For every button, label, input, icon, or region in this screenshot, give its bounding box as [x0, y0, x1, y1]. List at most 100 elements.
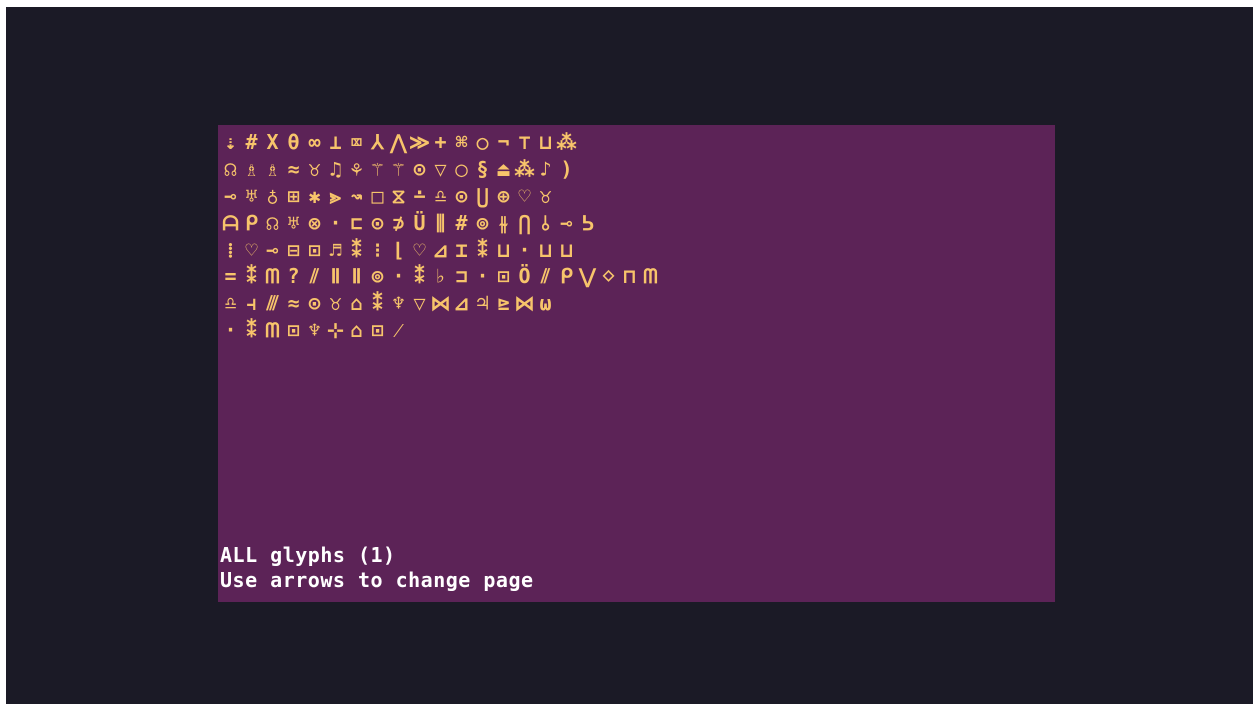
glyph-cell: ∞: [308, 130, 321, 155]
glyph-cell: ♡: [413, 237, 426, 262]
glyph-cell: ⊡: [287, 317, 300, 342]
glyph-cell: Ü: [413, 210, 426, 235]
glyph-cell: ⋈: [430, 291, 451, 316]
glyph-cell: Ⅱ: [351, 264, 362, 289]
glyph-cell: ♪: [539, 157, 552, 182]
glyph-cell: ○: [476, 130, 489, 155]
glyph-row: ♎ ⫞ ⫻ ≈ ⊙ ♉ ⌂ ⁑ ♆ ▽ ⋈ ⊿ ♃ ⊵ ⋈ ω: [220, 290, 740, 317]
glyph-cell: ⪢: [329, 183, 342, 208]
glyph-cell: ⋃: [476, 183, 489, 208]
glyph-row: ⇣ # Xθ ∞ ⊥ ⌧ ⅄ ⋀ ≫ + ⌘ ○ ¬ ⊤ ⊔ ⁂: [220, 129, 740, 156]
glyph-cell: ᑭ: [245, 210, 258, 235]
glyph-grid: ⇣ # Xθ ∞ ⊥ ⌧ ⅄ ⋀ ≫ + ⌘ ○ ¬ ⊤ ⊔ ⁂ ☊ ♗ ♗ ≈ ♉ ♫ ⚘ ⚚ ⚚ ⊙ ▽ ◯ § ⏏ ⁂ ♪) ⊸ ♅ ♁ ⊞ ✱ ⪢…: [220, 129, 740, 343]
glyph-cell: ⁄: [396, 317, 401, 342]
glyph-cell: ᗰ: [265, 264, 280, 289]
glyph-cell: ·: [329, 210, 342, 235]
glyph-cell: ⊵: [497, 291, 510, 316]
glyph-cell: ⌊: [392, 237, 405, 262]
glyph-cell: ⊟: [287, 237, 300, 262]
glyph-cell: ·: [518, 237, 531, 262]
glyph-cell: ⊸: [560, 210, 573, 235]
glyph-cell: ·: [224, 317, 237, 342]
glyph-row: = ⁑ ᗰ? ⫽ Ⅱ Ⅱ ⊚ · ⁑ ♭ ⊐ · ⊡ Ö ⫽ ᑭ ⋁ ⋄ ⊓ ᗰ: [220, 263, 740, 290]
glyph-cell: ⌂: [350, 291, 363, 316]
glyph-cell: #: [245, 130, 258, 155]
glyph-cell: ⋈: [514, 291, 535, 316]
glyph-cell: ⊔: [539, 237, 552, 262]
glyph-cell: ⫽: [541, 264, 550, 289]
glyph-cell: ⌂: [350, 317, 363, 342]
glyph-cell: ·: [476, 264, 489, 289]
glyph-cell: θ: [287, 130, 300, 155]
glyph-row: ☊ ♗ ♗ ≈ ♉ ♫ ⚘ ⚚ ⚚ ⊙ ▽ ◯ § ⏏ ⁂ ♪): [220, 156, 740, 183]
glyph-cell: ⫞: [246, 291, 257, 316]
glyph-cell: ⊔: [560, 237, 573, 262]
glyph-cell: ⊓: [623, 264, 636, 289]
glyph-cell: ⊿: [432, 237, 449, 262]
glyph-cell: ⌘: [455, 130, 468, 155]
glyph-cell: ⁑: [351, 237, 362, 262]
glyph-cell: ⊔: [539, 130, 552, 155]
glyph-cell: ▽: [434, 157, 447, 182]
glyph-cell: ⁑: [414, 264, 425, 289]
glyph-cell: +: [434, 130, 447, 155]
glyph-cell: ♎: [224, 291, 237, 316]
glyph-cell: ): [560, 157, 573, 182]
glyph-cell: ♉: [308, 157, 321, 182]
glyph-cell: ¬: [497, 130, 510, 155]
glyph-cell: ≈: [287, 291, 300, 316]
glyph-cell: ᗩ: [222, 210, 239, 235]
glyph-cell: ⚘: [350, 157, 363, 182]
glyph-cell: ⊅: [392, 210, 405, 235]
glyph-cell: ⚚: [392, 157, 405, 182]
instructions-text: Use arrows to change page: [220, 568, 534, 592]
glyph-cell: ᗰ: [265, 317, 280, 342]
glyph-cell: ☊: [266, 210, 279, 235]
glyph-cell: ♎: [434, 183, 447, 208]
glyph-cell: Ⅱ: [330, 264, 341, 289]
glyph-cell: =: [224, 264, 237, 289]
glyph-cell: ♆: [392, 291, 405, 316]
glyph-cell: ⊏: [350, 210, 363, 235]
glyph-cell: ⊞: [287, 183, 300, 208]
glyph-cell: X: [266, 130, 279, 155]
glyph-cell: ⊡: [308, 237, 321, 262]
glyph-cell: ⫽: [310, 264, 319, 289]
glyph-cell: ⫼: [435, 210, 446, 235]
footer-text: ALL glyphs (1) Use arrows to change page: [220, 543, 534, 593]
glyph-cell: ⊙: [371, 210, 384, 235]
glyph-row: ᗩ ᑭ ☊ ♅ ⊗ · ⊏ ⊙ ⊅ Ü ⫼ # ⊚ ⫳ ⋂ ⫰ ⊸ ᕊ: [220, 209, 740, 236]
glyph-cell: ♗: [266, 157, 279, 182]
glyph-cell: ⁞: [227, 237, 234, 262]
glyph-cell: ♭: [434, 264, 447, 289]
glyph-cell: ⊙: [308, 291, 321, 316]
glyph-cell: ᗰ: [643, 264, 658, 289]
glyph-cell: ⊚: [371, 264, 384, 289]
glyph-cell: ⁂: [514, 157, 535, 182]
glyph-cell: ⏏: [497, 157, 510, 182]
glyph-cell: #: [455, 210, 468, 235]
glyph-cell: ⊡: [497, 264, 510, 289]
glyph-row: ⁞ ♡ ⊸ ⊟ ⊡ ♬ ⁑ ⁝ ⌊ ♡ ⊿ ⌶ ⁑ ⊔ · ⊔ ⊔: [220, 236, 740, 263]
glyph-row: ⊸ ♅ ♁ ⊞ ✱ ⪢ ↝ □ ⧖ ∸ ♎ ⊙ ⋃ ⊕ ♡ ♉: [220, 183, 740, 210]
glyph-cell: ♡: [245, 237, 258, 262]
glyph-cell: ♗: [245, 157, 258, 182]
glyph-cell: ⚚: [371, 157, 384, 182]
glyph-cell: ⊸: [266, 237, 279, 262]
glyph-cell: ♆: [308, 317, 321, 342]
glyph-cell: ⁑: [246, 317, 257, 342]
glyph-cell: ⇣: [224, 130, 237, 155]
glyph-cell: ♅: [287, 210, 300, 235]
glyph-cell: ≈: [287, 157, 300, 182]
glyph-cell: ♅: [245, 183, 258, 208]
glyph-cell: ↝: [350, 183, 363, 208]
glyph-cell: ⋄: [602, 264, 615, 289]
glyph-cell: ⊡: [371, 317, 384, 342]
glyph-cell: ⁑: [372, 291, 383, 316]
glyph-cell: ⊿: [453, 291, 470, 316]
glyph-cell: ♬: [329, 237, 342, 262]
glyph-cell: ⊥: [329, 130, 342, 155]
glyph-cell: ᑭ: [560, 264, 573, 289]
glyph-cell: ⫰: [541, 210, 550, 235]
glyph-cell: ∸: [413, 183, 426, 208]
